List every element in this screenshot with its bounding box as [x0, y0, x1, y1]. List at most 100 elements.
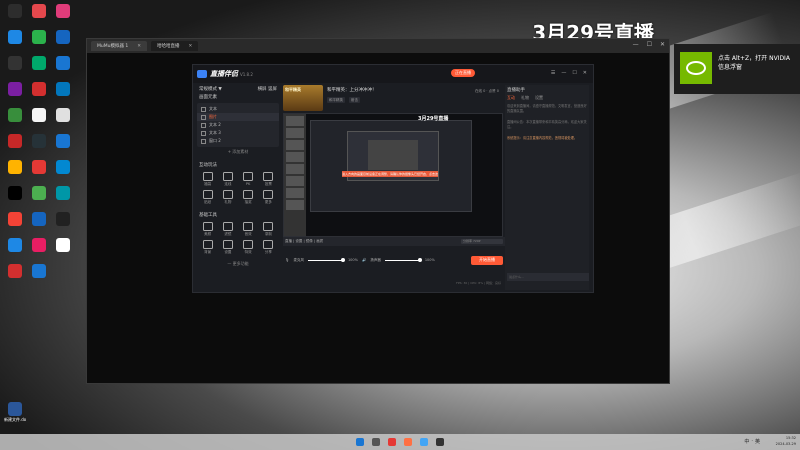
desktop-app-icon[interactable] [4, 4, 26, 19]
speaker-icon[interactable]: 🔊 [362, 258, 366, 262]
desktop-app-icon[interactable] [28, 30, 50, 45]
mic-slider[interactable] [307, 258, 345, 262]
interact-tool-button[interactable]: 投票 [260, 172, 277, 187]
basic-tool-button[interactable]: 背景 [199, 240, 216, 255]
app-icon[interactable] [420, 438, 428, 446]
interact-tool-button[interactable]: PK [240, 172, 257, 187]
source-item[interactable]: 文本 2 [197, 121, 279, 129]
minimize-icon[interactable]: — [633, 41, 639, 48]
maximize-icon[interactable]: ☐ [647, 41, 652, 48]
desktop-app-icon[interactable] [4, 212, 26, 227]
go-live-button[interactable]: 开始直播 [471, 255, 503, 265]
more-tools-button[interactable]: — 更多功能 [197, 261, 279, 267]
app-icon [56, 56, 70, 70]
checkbox-icon[interactable] [201, 106, 206, 112]
basic-tool-button[interactable]: 音效 [240, 222, 257, 237]
clock[interactable]: 15:32 2024-03-29 [776, 435, 796, 447]
source-item[interactable]: 图片 [197, 113, 279, 121]
maximize-icon[interactable]: ☐ [572, 70, 576, 76]
desktop-app-icon[interactable] [4, 56, 26, 71]
close-icon[interactable]: ✕ [189, 44, 193, 49]
desktop-app-icon[interactable] [52, 186, 74, 201]
app-icon[interactable] [436, 438, 444, 446]
interact-tool-button[interactable]: 抽奖 [240, 190, 257, 205]
checkbox-icon[interactable] [201, 122, 206, 128]
tab-gift[interactable]: 礼物 [521, 95, 529, 101]
live-status-badge[interactable]: 正在直播 [451, 69, 475, 77]
desktop-app-icon[interactable] [52, 30, 74, 45]
app-icon[interactable] [388, 438, 396, 446]
tab-settings[interactable]: 设置 [535, 95, 543, 101]
close-icon[interactable]: ✕ [137, 44, 141, 49]
desktop-app-icon[interactable] [4, 160, 26, 175]
add-source-button[interactable]: + 添加素材 [197, 149, 279, 155]
ime-indicator[interactable]: 中 · 英 [744, 438, 760, 445]
menu-icon[interactable]: ☰ [551, 70, 555, 76]
desktop-app-icon[interactable] [28, 56, 50, 71]
tab-live[interactable]: 哈哈哈直播 ✕ [151, 41, 199, 51]
desktop-app-icon[interactable] [52, 56, 74, 71]
desktop-app-icon[interactable] [28, 108, 50, 123]
interact-tool-button[interactable]: 福袋 [199, 172, 216, 187]
warning-banner[interactable]: 进入方向的画面目前设备正在调整，请确认你的摄像头已经开启，点击这里对其进行调整 [342, 171, 438, 177]
chat-input[interactable]: 说点什么… [507, 273, 589, 281]
desktop-app-icon[interactable] [28, 134, 50, 149]
interact-tool-button[interactable]: 贴纸 [199, 190, 216, 205]
desktop-app-icon[interactable] [28, 264, 50, 279]
basic-tool-button[interactable]: 特效 [240, 240, 257, 255]
app-icon[interactable] [404, 438, 412, 446]
desktop-app-icon[interactable] [4, 82, 26, 97]
basic-tool-button[interactable]: 分享 [260, 240, 277, 255]
desktop-app-icon[interactable] [4, 108, 26, 123]
desktop-app-icon[interactable] [28, 238, 50, 253]
desktop-app-icon[interactable] [52, 108, 74, 123]
start-icon[interactable] [356, 438, 364, 446]
search-icon[interactable] [372, 438, 380, 446]
desktop-app-icon[interactable] [52, 160, 74, 175]
desktop-app-icon[interactable] [28, 82, 50, 97]
basic-tool-button[interactable]: 录制 [260, 222, 277, 237]
room-title[interactable]: 和平精英：上分冲冲冲！ [327, 87, 377, 93]
close-icon[interactable]: ✕ [660, 41, 665, 48]
desktop-app-icon[interactable] [28, 212, 50, 227]
desktop-app-icon[interactable] [52, 238, 74, 253]
room-cover[interactable]: 和平精英 [283, 85, 323, 111]
source-item[interactable]: 文本 3 [197, 129, 279, 137]
close-icon[interactable]: ✕ [583, 70, 587, 76]
stream-preview[interactable]: 3月29号直播 进入方向的画面目前设备正在调整，请确认你的摄像头已经开启，点击这… [283, 113, 503, 237]
interact-tool-button[interactable]: 礼物 [219, 190, 236, 205]
desktop-app-icon[interactable] [4, 186, 26, 201]
desktop-app-icon[interactable] [52, 4, 74, 19]
desktop-app-icon[interactable] [52, 212, 74, 227]
tag[interactable]: 射击 [349, 97, 360, 103]
desktop-app-icon[interactable] [28, 160, 50, 175]
desktop-app-icon[interactable] [4, 134, 26, 149]
source-item[interactable]: 窗口 2 [197, 137, 279, 145]
tab-interact[interactable]: 互动 [507, 95, 515, 101]
checkbox-icon[interactable] [201, 130, 206, 136]
mic-icon[interactable]: 🎙 [285, 258, 289, 262]
desktop-app-icon[interactable] [28, 186, 50, 201]
desktop-app-icon[interactable] [4, 264, 26, 279]
checkbox-icon[interactable] [201, 138, 206, 144]
basic-tool-button[interactable]: 设置 [219, 240, 236, 255]
nvidia-notification[interactable]: 点击 Alt+Z，打开 NVIDIA 信息浮窗 [674, 44, 800, 94]
desktop-app-icon[interactable] [52, 82, 74, 97]
desktop-app-icon[interactable] [52, 134, 74, 149]
interact-tool-button[interactable]: 更多 [260, 190, 277, 205]
source-item[interactable]: 文本 [197, 105, 279, 113]
resolution-select[interactable]: 分辨率 720P [461, 239, 503, 244]
mode-selector[interactable]: 常规模式 ▼ 横屏 竖屏 [197, 85, 279, 93]
checkbox-icon[interactable] [201, 114, 206, 120]
desktop-app-icon[interactable] [4, 30, 26, 45]
minimize-icon[interactable]: — [561, 70, 566, 76]
speaker-slider[interactable] [384, 258, 422, 262]
desktop-app-icon[interactable] [4, 238, 26, 253]
basic-tool-button[interactable]: 美颜 [199, 222, 216, 237]
interact-tool-button[interactable]: 连线 [219, 172, 236, 187]
desktop-file-icon[interactable]: 新建文件.docx [4, 402, 26, 423]
tag[interactable]: 和平精英 [327, 97, 345, 103]
desktop-app-icon[interactable] [28, 4, 50, 19]
tab-mumu[interactable]: MuMu模拟器 1 ✕ [91, 41, 148, 51]
basic-tool-button[interactable]: 滤镜 [219, 222, 236, 237]
